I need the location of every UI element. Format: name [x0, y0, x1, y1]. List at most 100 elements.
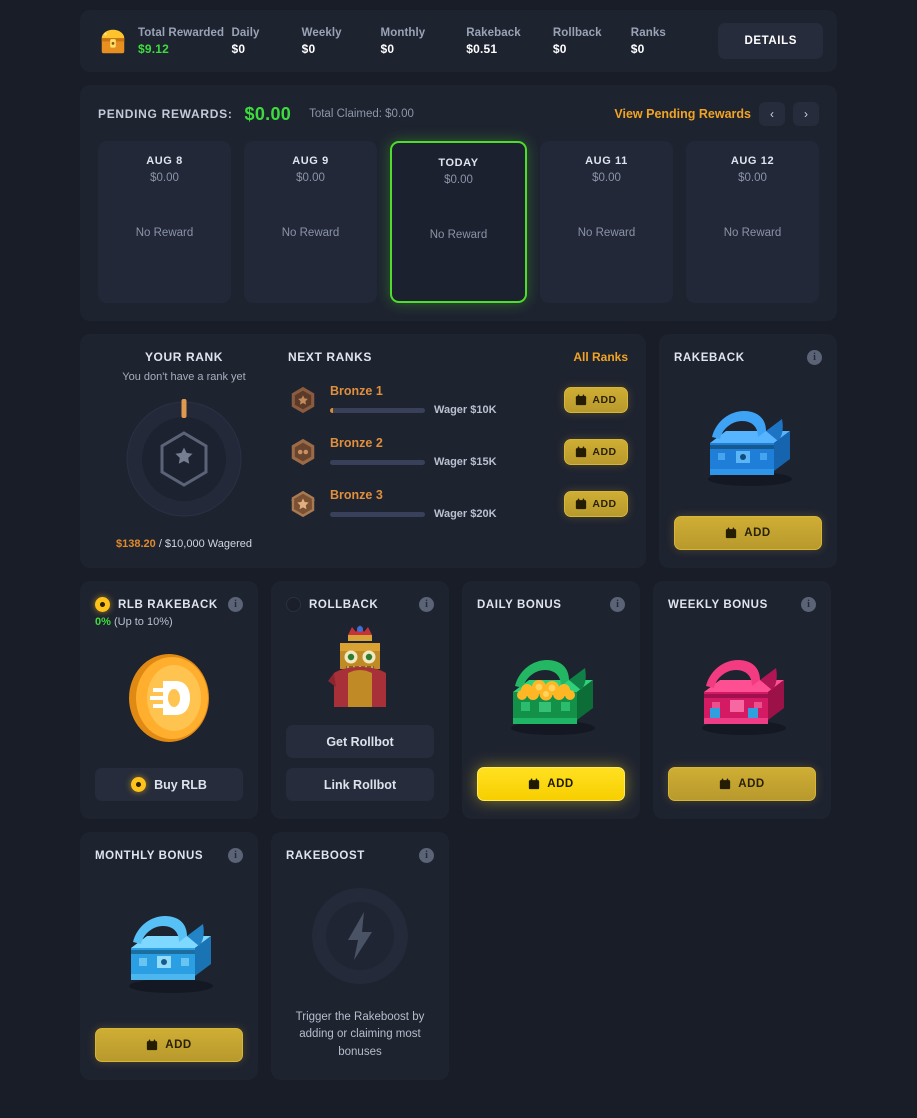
buy-rlb-label: Buy RLB	[154, 777, 207, 792]
rank-progress-ring	[126, 399, 242, 517]
weekly-bonus-title: WEEKLY BONUS	[668, 598, 768, 611]
next-ranks-title: NEXT RANKS	[288, 350, 373, 364]
add-button[interactable]: ADD	[564, 491, 628, 517]
weekly-bonus-add-button[interactable]: ADD	[668, 767, 816, 801]
day-card[interactable]: AUG 12 $0.00 No Reward	[686, 141, 819, 303]
info-icon[interactable]: i	[228, 597, 243, 612]
stat-value: $0.51	[466, 41, 498, 56]
rakeboost-card: RAKEBOOST i Trigger the Rakeboost by add…	[271, 832, 449, 1080]
daily-bonus-title: DAILY BONUS	[477, 598, 562, 611]
link-rollbot-button[interactable]: Link Rollbot	[286, 768, 434, 801]
rakeback-card-title: RAKEBACK	[674, 351, 745, 364]
monthly-bonus-art	[95, 863, 243, 1028]
stat-weekly: Weekly $0	[302, 27, 381, 56]
day-name: AUG 9	[292, 155, 329, 167]
day-card[interactable]: AUG 11 $0.00 No Reward	[540, 141, 673, 303]
day-name: AUG 8	[146, 155, 183, 167]
stat-total-rewarded: Total Rewarded $9.12	[138, 27, 232, 56]
day-status: No Reward	[281, 227, 340, 239]
rollbot-character-icon	[328, 624, 386, 707]
rank-progress-row: Wager $10K	[330, 404, 564, 416]
rank-progress-bar	[330, 511, 425, 517]
gold-chest-icon	[101, 29, 125, 54]
monthly-bonus-add-button[interactable]: ADD	[95, 1028, 243, 1062]
rlb-rakeback-percent: 0% (Up to 10%)	[95, 616, 243, 628]
day-amount: $0.00	[738, 172, 767, 184]
details-button[interactable]: DETAILS	[718, 23, 823, 59]
info-icon[interactable]: i	[228, 848, 243, 863]
rollback-card: ROLLBACK i Get Rollbot Link Rollbot	[271, 581, 449, 819]
your-rank-ring	[98, 395, 270, 523]
buy-rlb-button[interactable]: Buy RLB	[95, 768, 243, 801]
your-rank-progress: $138.20 / $10,000 Wagered	[98, 538, 270, 550]
day-card-today[interactable]: TODAY $0.00 No Reward	[390, 141, 527, 303]
add-button-label: ADD	[592, 446, 617, 458]
total-claimed-label: Total Claimed: $0.00	[309, 108, 414, 120]
rank-progress-bar	[330, 407, 425, 413]
info-icon[interactable]: i	[801, 597, 816, 612]
rank-name: Bronze 2	[330, 436, 383, 450]
rank-wager-requirement: Wager $15K	[434, 456, 497, 468]
day-status: No Reward	[429, 229, 488, 241]
all-ranks-link[interactable]: All Ranks	[573, 350, 628, 364]
daily-bonus-art	[477, 612, 625, 767]
info-icon[interactable]: i	[419, 597, 434, 612]
blue-chest-icon	[708, 410, 792, 486]
daily-bonus-card: DAILY BONUS i ADD	[462, 581, 640, 819]
day-status: No Reward	[577, 227, 636, 239]
stat-value: $0	[630, 41, 645, 56]
chevron-left-icon[interactable]: ‹	[759, 102, 785, 126]
day-card[interactable]: AUG 9 $0.00 No Reward	[244, 141, 377, 303]
rakeback-add-button[interactable]: ADD	[674, 516, 822, 550]
day-name: TODAY	[438, 157, 479, 169]
rank-add-cell: ADD	[564, 491, 628, 517]
stat-label: Daily	[231, 26, 260, 39]
rakeboost-title: RAKEBOOST	[286, 849, 365, 862]
stat-daily: Daily $0	[232, 27, 302, 56]
info-icon[interactable]: i	[610, 597, 625, 612]
rank-row: Bronze 1 Wager $10K ADD	[288, 384, 628, 416]
cyan-chest-icon	[129, 915, 213, 993]
day-name: AUG 12	[730, 155, 775, 167]
stat-label: Total Rewarded	[138, 26, 225, 39]
stats-bar: Total Rewarded $9.12 Daily $0 Weekly $0 …	[80, 10, 837, 72]
bronze-2-badge-icon	[291, 438, 315, 466]
lightning-bolt-icon	[312, 887, 408, 984]
pending-rewards-actions: View Pending Rewards ‹ ›	[614, 102, 819, 126]
add-button[interactable]: ADD	[564, 387, 628, 413]
info-icon[interactable]: i	[807, 350, 822, 365]
rakeback-art	[674, 365, 822, 516]
info-icon[interactable]: i	[419, 848, 434, 863]
rakeboost-header: RAKEBOOST i	[286, 848, 434, 863]
wager-target: / $10,000 Wagered	[155, 538, 252, 550]
chevron-right-icon[interactable]: ›	[793, 102, 819, 126]
get-rollbot-button[interactable]: Get Rollbot	[286, 725, 434, 758]
stat-rollback: Rollback $0	[553, 27, 631, 56]
daily-bonus-header: DAILY BONUS i	[477, 597, 625, 612]
rollback-header: ROLLBACK i	[286, 597, 434, 612]
rank-row: Bronze 2 Wager $15K ADD	[288, 436, 628, 468]
rlb-rakeback-title: RLB RAKEBACK	[118, 598, 218, 611]
add-button[interactable]: ADD	[564, 439, 628, 465]
stat-label: Weekly	[301, 26, 342, 39]
day-amount: $0.00	[444, 174, 473, 186]
rakeboost-description: Trigger the Rakeboost by adding or claim…	[295, 1010, 425, 1059]
daily-bonus-add-button[interactable]: ADD	[477, 767, 625, 801]
view-pending-rewards-link[interactable]: View Pending Rewards	[614, 107, 751, 121]
rlb-rakeback-card: RLB RAKEBACK i 0% (Up to 10%) Buy RLB	[80, 581, 258, 819]
your-rank-section: YOUR RANK You don't have a rank yet $138…	[98, 350, 270, 550]
pending-rewards-panel: PENDING REWARDS: $0.00 Total Claimed: $0…	[80, 85, 837, 321]
add-button-label: ADD	[592, 394, 617, 406]
day-card[interactable]: AUG 8 $0.00 No Reward	[98, 141, 231, 303]
rank-wager-requirement: Wager $20K	[434, 508, 497, 520]
wagered-amount: $138.20	[116, 538, 156, 550]
rank-add-cell: ADD	[564, 439, 628, 465]
rlb-coin-art	[95, 628, 243, 768]
add-button-label: ADD	[547, 778, 574, 790]
rlb-coin-icon	[129, 654, 209, 742]
stat-value: $0	[380, 41, 395, 56]
add-button-label: ADD	[592, 498, 617, 510]
rollback-title: ROLLBACK	[309, 598, 379, 611]
rank-add-cell: ADD	[564, 387, 628, 413]
ranks-panel: YOUR RANK You don't have a rank yet $138…	[80, 334, 646, 568]
